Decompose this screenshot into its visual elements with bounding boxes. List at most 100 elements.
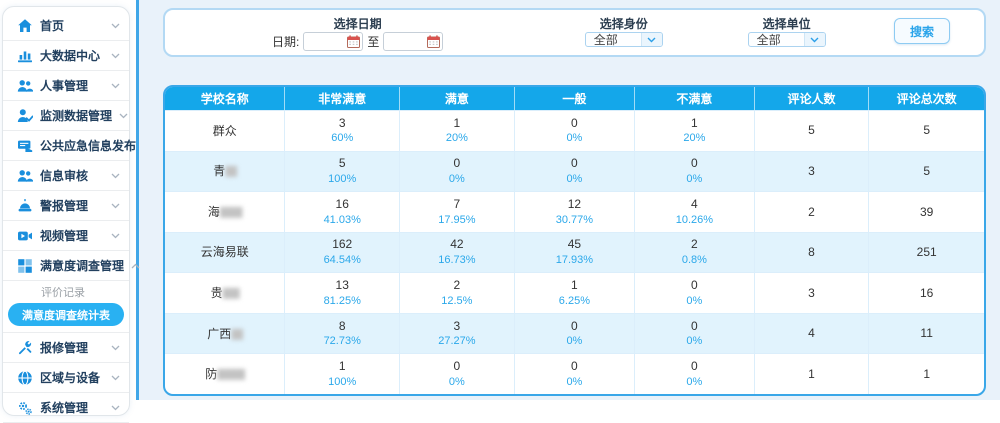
sidebar-item-5[interactable]: 信息审核: [3, 161, 129, 191]
table-row: 广西██872.73%327.27%00%00%411: [165, 313, 984, 354]
total_comments-cell: 5: [869, 151, 984, 192]
sidebar-item-10[interactable]: 区域与设备: [3, 363, 129, 393]
commenters-cell: 1: [755, 353, 870, 394]
chevron-down-icon: [641, 33, 662, 46]
neutral-cell: 00%: [515, 110, 635, 151]
sidebar-item-label: 满意度调查管理: [40, 257, 124, 274]
satisfied-cell: 717.95%: [400, 191, 515, 232]
chevron-down-icon: [111, 345, 120, 351]
calendar-icon: [427, 35, 440, 48]
total_comments-cell: 251: [869, 232, 984, 273]
chevron-down-icon: [111, 203, 120, 209]
sidebar-item-0[interactable]: 首页: [3, 11, 129, 41]
unsatisfied-cell: 20.8%: [635, 232, 755, 273]
date-from-input[interactable]: [303, 32, 363, 51]
chevron-down-icon: [119, 113, 128, 119]
identity-select[interactable]: 全部: [585, 32, 663, 47]
satisfied-cell: 00%: [400, 353, 515, 394]
redacted-text: █████: [217, 369, 244, 379]
search-group: 搜索: [868, 13, 976, 52]
chevron-down-icon: [111, 375, 120, 381]
unit-filter-group: 选择单位 全部: [705, 13, 868, 52]
unsatisfied-cell: 120%: [635, 110, 755, 151]
redacted-text: ████: [220, 207, 242, 217]
sidebar-item-4[interactable]: 公共应急信息发布: [3, 131, 129, 161]
chart-icon: [16, 48, 33, 64]
commenters-cell: 5: [755, 110, 870, 151]
satisfaction-table: 学校名称非常满意满意一般不满意评论人数评论总次数 群众360%120%00%12…: [165, 87, 984, 394]
column-header: 一般: [515, 87, 635, 110]
sidebar-item-label: 报修管理: [40, 339, 104, 356]
sidebar-item-3[interactable]: 监测数据管理: [3, 101, 129, 131]
school-name-cell: 贵███: [165, 272, 285, 313]
school-name-cell: 群众: [165, 110, 285, 151]
very_satisfied-cell: 1641.03%: [285, 191, 400, 232]
satisfied-cell: 00%: [400, 151, 515, 192]
identity-select-value: 全部: [586, 32, 641, 47]
satisfied-cell: 212.5%: [400, 272, 515, 313]
sidebar-menu: 首页大数据中心人事管理监测数据管理公共应急信息发布信息审核警报管理视频管理满意度…: [3, 11, 129, 423]
person-check-icon: [16, 108, 33, 124]
school-name-cell: 广西██: [165, 313, 285, 354]
unsatisfied-cell: 00%: [635, 151, 755, 192]
sidebar-subitem-0[interactable]: 评价记录: [3, 283, 129, 300]
redacted-text: ██: [231, 329, 242, 339]
commenters-cell: 2: [755, 191, 870, 232]
sidebar-item-label: 区域与设备: [40, 369, 104, 386]
total_comments-cell: 1: [869, 353, 984, 394]
date-filter-group: 选择日期 日期: 至: [173, 13, 542, 52]
filter-bar: 选择日期 日期: 至 选择身份 全部 选择单位 全部: [163, 8, 986, 57]
people-icon: [16, 78, 33, 94]
date-to-input[interactable]: [383, 32, 443, 51]
sidebar-item-6[interactable]: 警报管理: [3, 191, 129, 221]
commenters-cell: 3: [755, 272, 870, 313]
school-name-cell: 云海易联: [165, 232, 285, 273]
sidebar-item-label: 系统管理: [40, 399, 104, 416]
sidebar-item-label: 首页: [40, 17, 104, 34]
sidebar-submenu: 评价记录满意度调查统计表: [3, 281, 129, 333]
date-input-label: 日期:: [272, 33, 299, 50]
table-header-row: 学校名称非常满意满意一般不满意评论人数评论总次数: [165, 87, 984, 110]
unit-select[interactable]: 全部: [748, 32, 826, 47]
table-row: 防█████1100%00%00%00%11: [165, 353, 984, 394]
people-audit-icon: [16, 168, 33, 184]
very_satisfied-cell: 5100%: [285, 151, 400, 192]
unit-select-value: 全部: [749, 32, 804, 47]
very_satisfied-cell: 360%: [285, 110, 400, 151]
sidebar-divider-rule: [136, 0, 139, 400]
table-row: 贵███1381.25%212.5%16.25%00%316: [165, 272, 984, 313]
globe-icon: [16, 370, 33, 386]
home-icon: [16, 18, 33, 34]
unit-filter-label: 选择单位: [763, 15, 811, 32]
total_comments-cell: 11: [869, 313, 984, 354]
column-header: 满意: [400, 87, 515, 110]
table-row: 群众360%120%00%120%55: [165, 110, 984, 151]
column-header: 非常满意: [285, 87, 400, 110]
school-name-cell: 青██: [165, 151, 285, 192]
identity-filter-label: 选择身份: [600, 15, 648, 32]
column-header: 学校名称: [165, 87, 285, 110]
satisfied-cell: 327.27%: [400, 313, 515, 354]
search-button[interactable]: 搜索: [894, 18, 950, 44]
column-header: 不满意: [635, 87, 755, 110]
sidebar-item-1[interactable]: 大数据中心: [3, 41, 129, 71]
school-name-cell: 防█████: [165, 353, 285, 394]
unsatisfied-cell: 00%: [635, 272, 755, 313]
calendar-icon: [347, 35, 360, 48]
date-filter-label: 选择日期: [334, 15, 382, 32]
sidebar-subitem-1[interactable]: 满意度调查统计表: [8, 303, 124, 326]
sidebar-item-2[interactable]: 人事管理: [3, 71, 129, 101]
chevron-down-icon: [111, 23, 120, 29]
sidebar-item-7[interactable]: 视频管理: [3, 221, 129, 251]
identity-filter-group: 选择身份 全部: [542, 13, 705, 52]
total_comments-cell: 16: [869, 272, 984, 313]
neutral-cell: 1230.77%: [515, 191, 635, 232]
sidebar-item-11[interactable]: 系统管理: [3, 393, 129, 423]
gear-icon: [16, 400, 33, 416]
neutral-cell: 00%: [515, 151, 635, 192]
sidebar-item-label: 视频管理: [40, 227, 104, 244]
sidebar-item-9[interactable]: 报修管理: [3, 333, 129, 363]
sidebar-item-8[interactable]: 满意度调查管理: [3, 251, 129, 281]
alarm-icon: [16, 198, 33, 214]
broadcast-icon: [16, 138, 33, 154]
